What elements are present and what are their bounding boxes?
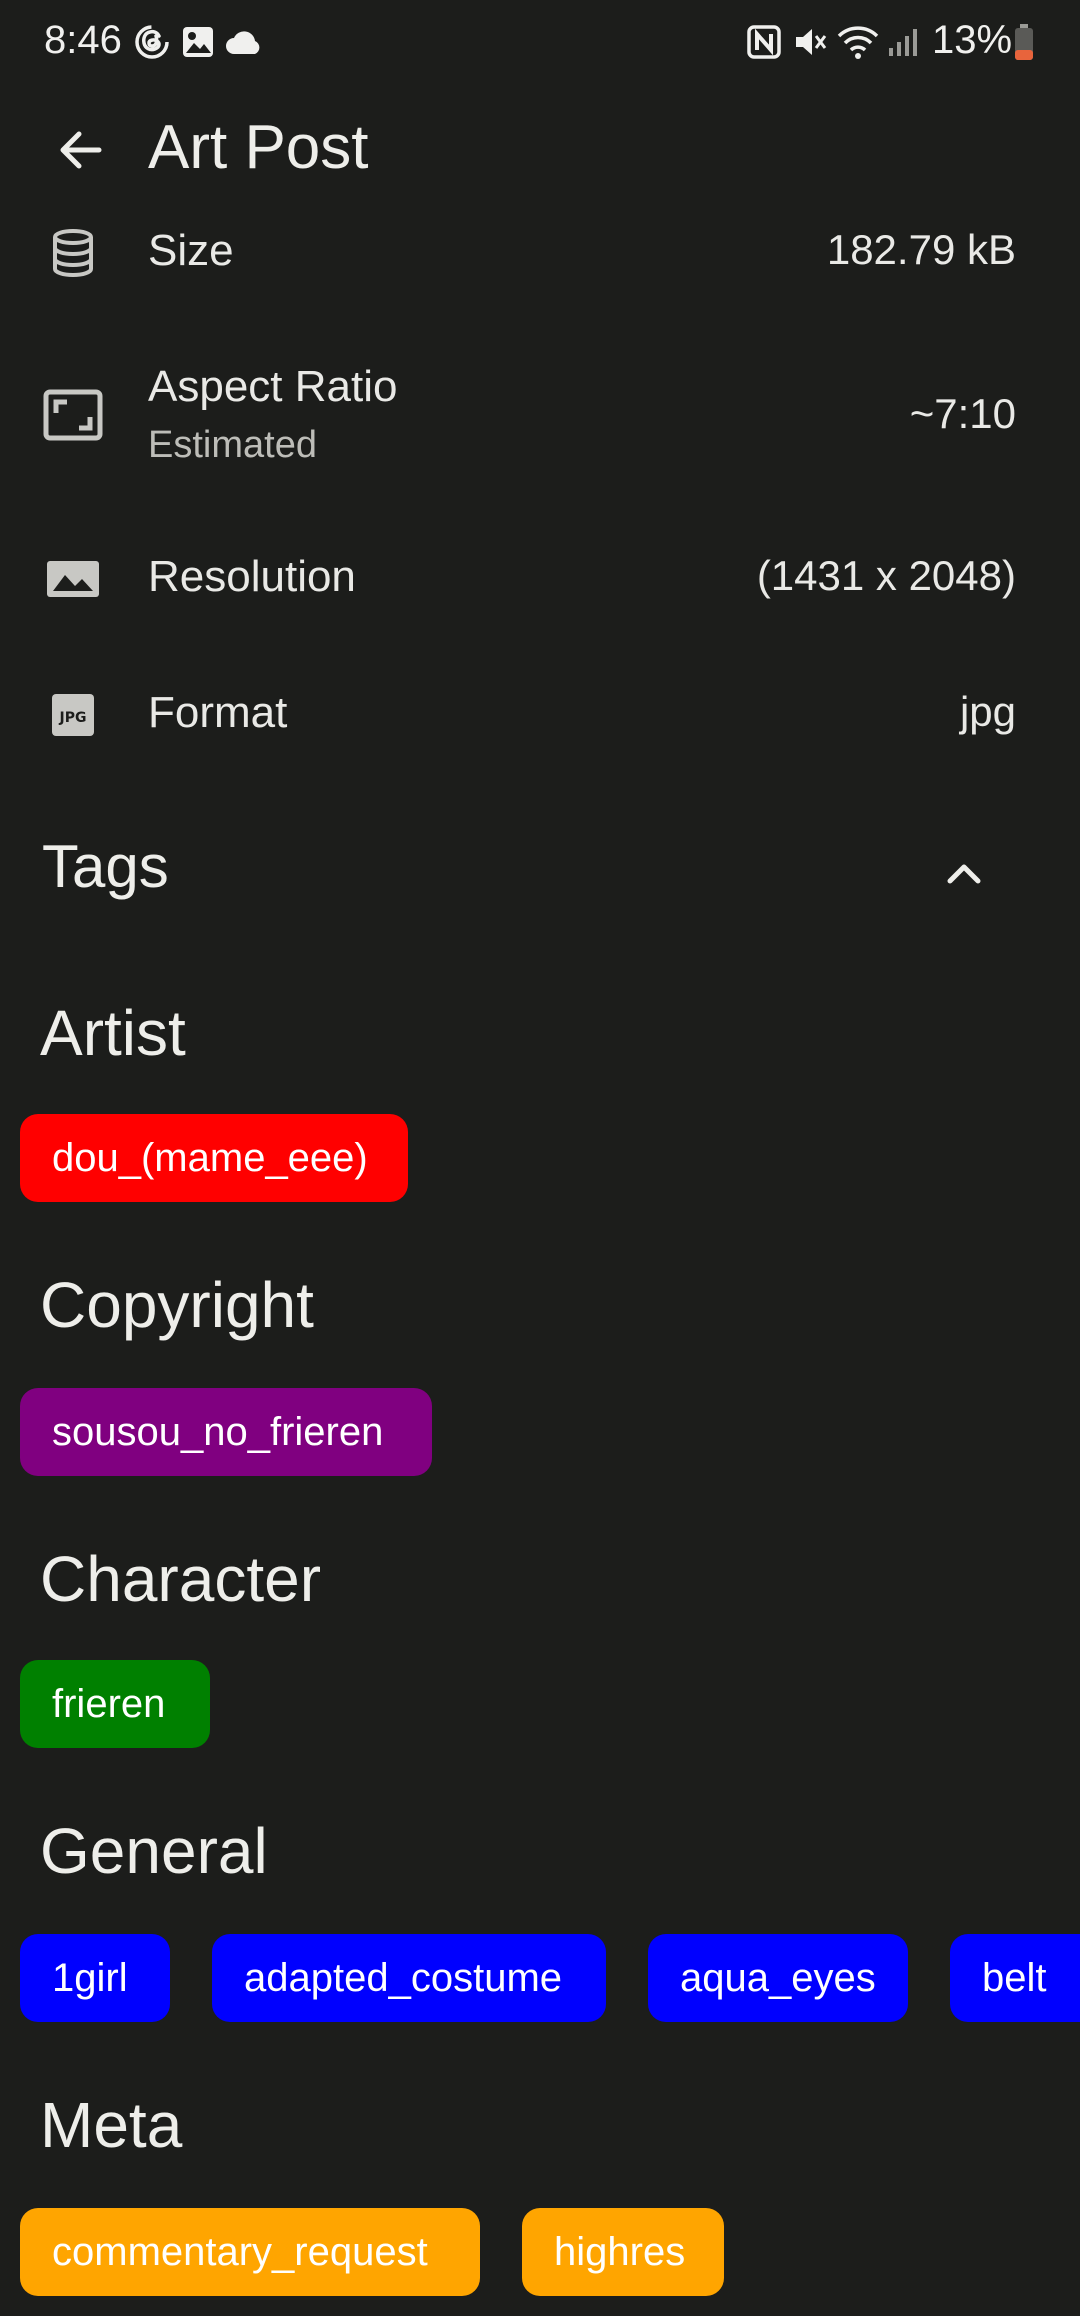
aspect-ratio-label: Aspect Ratio	[148, 362, 398, 411]
format-label: Format	[148, 688, 288, 737]
threads-icon	[132, 22, 172, 62]
status-time: 8:46	[44, 18, 122, 62]
meta-section-title: Meta	[40, 2089, 183, 2161]
tag-chip-artist[interactable]: dou_(mame_eee)	[20, 1114, 408, 1202]
tag-chip-meta[interactable]: highres	[522, 2208, 724, 2296]
arrow-left-icon	[60, 131, 102, 169]
chevron-up-icon	[947, 864, 981, 884]
jpg-file-icon: JPG	[40, 682, 106, 748]
size-value: 182.79 kB	[826, 226, 1016, 273]
tag-chip-general[interactable]: aqua_eyes	[648, 1934, 908, 2022]
aspect-ratio-sublabel: Estimated	[148, 424, 317, 466]
tags-section-title: Tags	[42, 833, 169, 900]
image-icon	[40, 546, 106, 612]
tag-chip-general[interactable]: adapted_costume	[212, 1934, 606, 2022]
artist-section-title: Artist	[40, 997, 186, 1069]
tag-chip-copyright[interactable]: sousou_no_frieren	[20, 1388, 432, 1476]
svg-text:JPG: JPG	[59, 710, 87, 726]
wifi-icon	[834, 22, 882, 62]
cloud-icon	[222, 22, 266, 62]
resolution-value: (1431 x 2048)	[756, 552, 1016, 599]
format-value: jpg	[959, 688, 1016, 735]
tag-chip-general[interactable]: 1girl	[20, 1934, 170, 2022]
tags-collapse-button[interactable]	[930, 840, 998, 908]
back-button[interactable]	[40, 110, 120, 190]
character-section-title: Character	[40, 1543, 321, 1615]
tag-chip-meta[interactable]: commentary_request	[20, 2208, 480, 2296]
tag-chip-character[interactable]: frieren	[20, 1660, 210, 1748]
aspect-ratio-value: ~7:10	[909, 390, 1016, 437]
resolution-label: Resolution	[148, 552, 356, 601]
battery-icon	[1010, 22, 1038, 62]
size-label: Size	[148, 226, 234, 275]
general-section-title: General	[40, 1815, 268, 1887]
aspect-ratio-icon	[40, 382, 106, 448]
signal-icon	[884, 22, 924, 62]
page-title: Art Post	[148, 113, 369, 182]
database-icon	[40, 220, 106, 286]
tag-chip-general[interactable]: belt	[950, 1934, 1080, 2022]
gallery-icon	[178, 22, 218, 62]
copyright-section-title: Copyright	[40, 1269, 314, 1341]
mute-icon	[790, 22, 830, 62]
nfc-icon	[744, 22, 784, 62]
battery-percentage: 13%	[932, 18, 1013, 62]
